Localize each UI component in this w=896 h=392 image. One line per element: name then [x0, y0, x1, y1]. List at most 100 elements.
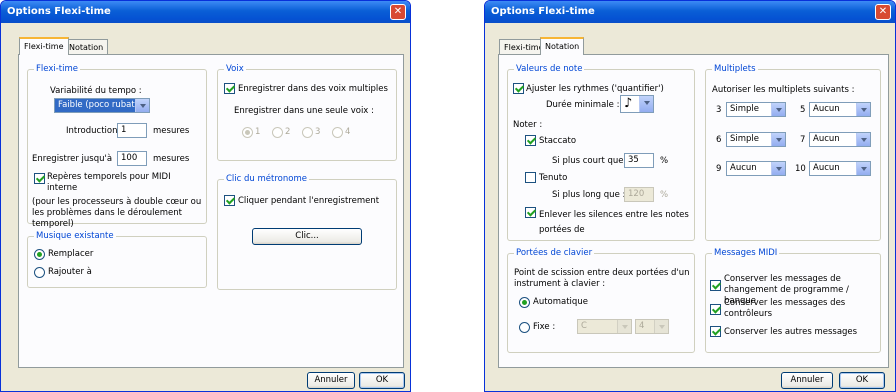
chevron-down-icon[interactable]	[135, 99, 149, 112]
group-title: Multiplets	[712, 64, 758, 74]
single-voice-label: Enregistrer dans une seule voix :	[234, 106, 374, 116]
tuplet-3-select[interactable]: Simple	[726, 102, 786, 117]
replace-label: Remplacer	[48, 249, 94, 259]
ok-button[interactable]: OK	[359, 372, 405, 389]
tenuto-threshold-label: Si plus long que :	[552, 190, 626, 200]
quantize-checkbox[interactable]	[513, 83, 524, 94]
voice-2-label: 2	[285, 127, 291, 137]
midi-timing-label: Repères temporels pour MIDI interne	[47, 172, 171, 193]
tenuto-threshold-field[interactable]: 120	[624, 187, 654, 202]
tab-notation[interactable]: Notation	[540, 37, 585, 55]
intro-unit: mesures	[153, 126, 190, 136]
midi-timing-checkbox[interactable]	[34, 173, 45, 184]
tempo-variability-label: Variabilité du tempo :	[50, 86, 142, 96]
tab-flexi-time[interactable]: Flexi-time	[19, 37, 69, 55]
group-voices: Voix Enregistrer dans des voix multiples…	[217, 64, 397, 161]
tuplet-5-select[interactable]: Aucun	[809, 102, 871, 117]
cancel-button[interactable]: Annuler	[781, 372, 833, 389]
staccato-percent: %	[660, 156, 669, 166]
tab-notation[interactable]: Notation	[64, 39, 109, 55]
split-octave-select[interactable]: 4	[635, 319, 669, 334]
window-title: Options Flexi-time	[7, 6, 111, 17]
tuplet-3-label: 3	[716, 105, 722, 115]
tenuto-percent: %	[660, 190, 669, 200]
chevron-down-icon[interactable]	[771, 133, 785, 146]
automatic-label: Automatique	[533, 297, 588, 307]
chevron-down-icon[interactable]	[771, 103, 785, 116]
staccato-threshold-label: Si plus court que :	[552, 156, 630, 166]
automatic-radio[interactable]	[519, 297, 530, 308]
chevron-down-icon[interactable]	[856, 162, 870, 175]
title-bar[interactable]: Options Flexi-time ✕	[485, 1, 895, 23]
tenuto-checkbox[interactable]	[525, 172, 536, 183]
tuplet-7-select[interactable]: Aucun	[809, 132, 871, 147]
dual-core-note: (pour les processeurs à double cœur ou l…	[32, 197, 202, 229]
select-value: Simple	[730, 104, 760, 114]
tab-panel: Flexi-time Variabilité du tempo : Faible…	[18, 54, 404, 368]
tuplet-10-select[interactable]: Aucun	[809, 161, 871, 176]
options-window-notation-tab: Options Flexi-time ✕ Flexi-time Notation…	[484, 0, 896, 392]
tuplet-7-label: 7	[800, 135, 806, 145]
staccato-label: Staccato	[539, 136, 577, 146]
group-note-values: Valeurs de note Ajuster les rythmes ('qu…	[507, 64, 695, 241]
select-value: Faible (poco rubato)	[58, 100, 144, 110]
tempo-variability-select[interactable]: Faible (poco rubato)	[54, 98, 150, 113]
select-value: Simple	[730, 134, 760, 144]
close-button[interactable]: ✕	[390, 4, 406, 20]
split-point-label: Point de scission entre deux portées d'u…	[514, 268, 690, 289]
select-value: Aucun	[813, 134, 840, 144]
tuplet-6-select[interactable]: Simple	[726, 132, 786, 147]
cancel-button[interactable]: Annuler	[307, 372, 355, 389]
keep-controllers-checkbox[interactable]	[710, 304, 721, 315]
voice-2-radio[interactable]	[272, 127, 283, 138]
ok-button[interactable]: OK	[839, 372, 885, 389]
select-value: 4	[639, 321, 645, 331]
fixed-radio[interactable]	[519, 322, 530, 333]
chevron-down-icon[interactable]	[856, 103, 870, 116]
replace-radio[interactable]	[34, 249, 45, 260]
voice-1-radio[interactable]	[242, 127, 253, 138]
select-value: Aucun	[813, 104, 840, 114]
tenuto-label: Tenuto	[539, 173, 568, 183]
close-button[interactable]: ✕	[875, 4, 891, 20]
multiple-voices-label: Enregistrer dans des voix multiples	[238, 84, 388, 94]
group-existing-music: Musique existante Remplacer Rajouter à	[27, 231, 207, 288]
staccato-threshold-field[interactable]: 35	[624, 153, 654, 168]
group-flexi-time: Flexi-time Variabilité du tempo : Faible…	[27, 64, 207, 229]
staccato-checkbox[interactable]	[525, 135, 536, 146]
tab-panel: Valeurs de note Ajuster les rythmes ('qu…	[498, 54, 889, 368]
fixed-label: Fixe :	[533, 322, 556, 332]
chevron-down-icon[interactable]	[639, 96, 653, 112]
group-metronome: Clic du métronome Cliquer pendant l'enre…	[217, 174, 397, 290]
select-value: Aucun	[730, 163, 757, 173]
group-title: Messages MIDI	[712, 248, 780, 258]
tuplet-9-select[interactable]: Aucun	[726, 161, 786, 176]
notate-label: Noter :	[513, 120, 543, 130]
split-note-select[interactable]: C	[577, 319, 632, 334]
tuplet-5-label: 5	[800, 105, 806, 115]
intro-field[interactable]: 1	[117, 123, 147, 138]
keep-program-change-checkbox[interactable]	[710, 280, 721, 291]
min-duration-select[interactable]: ♪	[620, 95, 654, 113]
click-while-recording-checkbox[interactable]	[224, 195, 235, 206]
keep-other-messages-checkbox[interactable]	[710, 326, 721, 337]
multiple-voices-checkbox[interactable]	[224, 83, 235, 94]
group-title: Valeurs de note	[514, 64, 585, 74]
min-duration-label: Durée minimale :	[546, 100, 620, 110]
keep-controllers-label: Conserver les messages des contrôleurs	[724, 298, 846, 319]
voice-4-radio[interactable]	[332, 127, 343, 138]
chevron-down-icon[interactable]	[617, 320, 631, 333]
group-midi-messages: Messages MIDI Conserver les messages de …	[705, 248, 881, 353]
record-until-unit: mesures	[153, 154, 190, 164]
click-settings-button[interactable]: Clic...	[252, 228, 362, 245]
record-until-field[interactable]: 100	[117, 151, 147, 166]
chevron-down-icon[interactable]	[654, 320, 668, 333]
chevron-down-icon[interactable]	[771, 162, 785, 175]
remove-rests-label: Enlever les silences entre les notes por…	[539, 210, 689, 235]
options-window-flexi-tab: Options Flexi-time ✕ Flexi-time Notation…	[0, 0, 411, 392]
voice-3-radio[interactable]	[302, 127, 313, 138]
chevron-down-icon[interactable]	[856, 133, 870, 146]
remove-rests-checkbox[interactable]	[525, 207, 536, 218]
append-radio[interactable]	[34, 267, 45, 278]
title-bar[interactable]: Options Flexi-time ✕	[1, 1, 410, 23]
